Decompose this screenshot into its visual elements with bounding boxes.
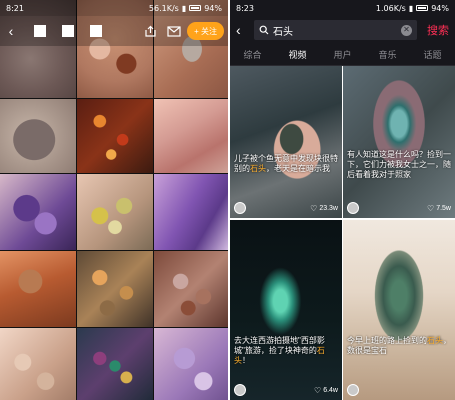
heart-icon: ♡ xyxy=(314,385,322,395)
battery-level: 94% xyxy=(431,3,449,13)
result-tabs: 综合 视频 用户 音乐 话题 xyxy=(230,44,455,68)
battery-icon xyxy=(189,5,202,11)
redacted-block xyxy=(34,25,46,37)
video-card[interactable]: 有人知道这是什么吗？捡到一下，它们力被我女士之一，随后看着我对于照家 ♡ 7.5w xyxy=(343,66,455,218)
caption-text: 去大连西游拍摄地"西部影城"旅游，捡了块神奇的 xyxy=(234,336,325,355)
avatar[interactable] xyxy=(234,384,246,396)
video-caption: 有人知道这是什么吗？捡到一下，它们力被我女士之一，随后看着我对于照家 xyxy=(347,150,451,180)
caption-highlight: 石头 xyxy=(250,164,266,173)
right-screen: 8:23 1.06K/s ▮ 94% ‹ 石头 ✕ 搜索 综合 视频 用户 音乐… xyxy=(230,0,455,400)
share-icon[interactable] xyxy=(141,22,159,40)
caption-text: 有人知道这是什么吗？捡到一下，它们力被我女士之一，随后看着我对于照家 xyxy=(347,150,451,179)
grid-image[interactable] xyxy=(154,251,228,327)
heart-icon: ♡ xyxy=(427,203,435,213)
search-icon xyxy=(259,25,269,35)
video-card[interactable]: 去大连西游拍摄地"西部影城"旅游，捡了块神奇的石头！ ♡ 6.4w xyxy=(230,220,342,400)
status-indicators: 56.1K/s ▮ 94% xyxy=(149,4,222,13)
follow-button[interactable]: + 关注 xyxy=(187,22,224,40)
status-indicators: 1.06K/s ▮ 94% xyxy=(376,4,449,13)
search-input[interactable]: 石头 ✕ xyxy=(254,20,417,40)
left-toolbar: ‹ + 关注 xyxy=(0,16,228,46)
search-query: 石头 xyxy=(273,26,293,38)
tab-music[interactable]: 音乐 xyxy=(376,44,398,65)
like-count: ♡ 7.5w xyxy=(427,204,451,213)
status-time: 8:23 xyxy=(236,3,254,13)
status-time: 8:21 xyxy=(6,3,24,13)
image-grid xyxy=(0,0,228,400)
tab-general[interactable]: 综合 xyxy=(241,44,263,65)
grid-image[interactable] xyxy=(154,328,228,400)
caption-highlight: 石头 xyxy=(427,336,443,345)
back-icon[interactable]: ‹ xyxy=(236,22,248,38)
redacted-block xyxy=(62,25,74,37)
grid-image[interactable] xyxy=(77,174,153,250)
tab-video[interactable]: 视频 xyxy=(286,44,309,68)
battery-level: 94% xyxy=(204,3,222,13)
grid-image[interactable] xyxy=(77,99,153,173)
grid-image[interactable] xyxy=(154,174,228,250)
caption-text: ，老天是在暗示我 xyxy=(266,164,330,173)
search-bar: ‹ 石头 ✕ 搜索 xyxy=(230,16,455,44)
tab-users[interactable]: 用户 xyxy=(331,44,353,65)
left-screen: 8:21 56.1K/s ▮ 94% ‹ + 关注 xyxy=(0,0,228,400)
tab-topics[interactable]: 话题 xyxy=(421,44,443,65)
signal-icon: ▮ xyxy=(181,3,187,13)
like-count: ♡ 23.3w xyxy=(310,204,338,213)
heart-icon: ♡ xyxy=(310,203,318,213)
video-meta xyxy=(347,384,451,396)
status-bar: 8:21 56.1K/s ▮ 94% xyxy=(0,0,228,16)
grid-image[interactable] xyxy=(77,251,153,327)
network-speed: 1.06K/s xyxy=(375,3,406,13)
video-card[interactable]: 今早上班的路上捡到的石头，数很是宝石 xyxy=(343,220,455,400)
video-meta: ♡ 6.4w xyxy=(234,384,338,396)
video-caption: 今早上班的路上捡到的石头，数很是宝石 xyxy=(347,336,451,356)
like-count-value: 7.5w xyxy=(436,204,451,212)
avatar[interactable] xyxy=(347,384,359,396)
redacted-block xyxy=(90,25,102,37)
video-card[interactable]: 儿子被个鱼无意中发现块很特别的石头，老天是在暗示我 ♡ 23.3w xyxy=(230,66,342,218)
search-button[interactable]: 搜索 xyxy=(427,22,449,38)
video-meta: ♡ 23.3w xyxy=(234,202,338,214)
clear-icon[interactable]: ✕ xyxy=(401,24,412,36)
video-meta: ♡ 7.5w xyxy=(347,202,451,214)
like-count-value: 23.3w xyxy=(319,204,338,212)
caption-text: 今早上班的路上捡到的 xyxy=(347,336,427,345)
grid-image[interactable] xyxy=(77,328,153,400)
grid-image[interactable] xyxy=(0,328,76,400)
like-count: ♡ 6.4w xyxy=(314,386,338,395)
like-count-value: 6.4w xyxy=(323,386,338,394)
grid-image[interactable] xyxy=(154,99,228,173)
video-caption: 儿子被个鱼无意中发现块很特别的石头，老天是在暗示我 xyxy=(234,154,338,174)
caption-text: ！ xyxy=(242,356,250,365)
screenshot-root: 8:21 56.1K/s ▮ 94% ‹ + 关注 8:23 1.06K/s ▮… xyxy=(0,0,455,400)
signal-icon: ▮ xyxy=(408,3,414,13)
grid-image[interactable] xyxy=(0,174,76,250)
status-bar: 8:23 1.06K/s ▮ 94% xyxy=(230,0,455,16)
video-caption: 去大连西游拍摄地"西部影城"旅游，捡了块神奇的石头！ xyxy=(234,336,338,366)
avatar[interactable] xyxy=(234,202,246,214)
battery-icon xyxy=(416,5,429,11)
grid-image[interactable] xyxy=(0,99,76,173)
avatar[interactable] xyxy=(347,202,359,214)
message-icon[interactable] xyxy=(165,22,183,40)
network-speed: 56.1K/s xyxy=(148,3,179,13)
back-icon[interactable]: ‹ xyxy=(4,21,18,41)
grid-image[interactable] xyxy=(0,251,76,327)
video-grid: 儿子被个鱼无意中发现块很特别的石头，老天是在暗示我 ♡ 23.3w 有人知道这是什… xyxy=(230,66,455,400)
